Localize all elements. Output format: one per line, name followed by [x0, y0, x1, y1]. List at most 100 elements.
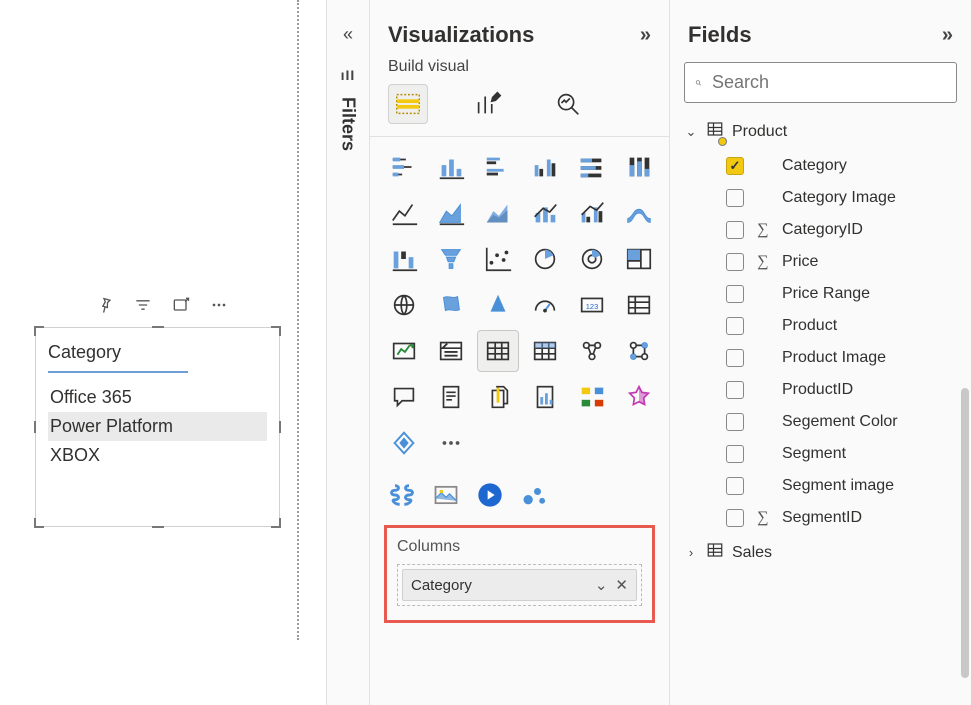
viz-qna[interactable]: [384, 377, 424, 417]
columns-drop-area[interactable]: Category ⌄ ✕: [397, 564, 642, 606]
field-checkbox[interactable]: [726, 157, 744, 175]
field-productid[interactable]: ProductID: [680, 374, 965, 406]
field-segment[interactable]: Segment: [680, 438, 965, 470]
field-checkbox[interactable]: [726, 285, 744, 303]
slicer-item[interactable]: Office 365: [48, 383, 267, 412]
resize-handle[interactable]: [152, 326, 164, 328]
format-visual-tab[interactable]: [468, 84, 508, 124]
field-checkbox[interactable]: [726, 349, 744, 367]
search-icon: [695, 74, 702, 92]
field-checkbox[interactable]: [726, 509, 744, 527]
filter-icon[interactable]: [133, 295, 153, 315]
viz-line[interactable]: [384, 193, 424, 233]
viz-stacked-bar[interactable]: [384, 147, 424, 187]
field-checkbox[interactable]: [726, 477, 744, 495]
report-canvas[interactable]: Category Office 365Power PlatformXBOX: [0, 0, 298, 705]
viz-decomposition-tree[interactable]: [572, 377, 612, 417]
slicer-item[interactable]: Power Platform: [48, 412, 267, 441]
viz-ribbon[interactable]: [619, 193, 659, 233]
viz-smart-narrative[interactable]: [619, 377, 659, 417]
collapse-viz-icon[interactable]: »: [640, 24, 651, 47]
viz-py-visual[interactable]: [619, 331, 659, 371]
viz-100-stacked-bar[interactable]: [572, 147, 612, 187]
field-category[interactable]: Category: [680, 150, 965, 182]
field-chip-category[interactable]: Category ⌄ ✕: [402, 569, 637, 601]
field-categoryid[interactable]: ∑CategoryID: [680, 214, 965, 246]
resize-handle[interactable]: [271, 326, 281, 336]
field-checkbox[interactable]: [726, 317, 744, 335]
field-checkbox[interactable]: [726, 221, 744, 239]
focus-mode-icon[interactable]: [171, 295, 191, 315]
viz-table[interactable]: [478, 331, 518, 371]
field-segment-image[interactable]: Segment image: [680, 470, 965, 502]
field-checkbox[interactable]: [726, 253, 744, 271]
viz-line-clustered-column[interactable]: [572, 193, 612, 233]
viz-map[interactable]: [384, 285, 424, 325]
viz-kpi[interactable]: [384, 331, 424, 371]
resize-handle[interactable]: [34, 421, 36, 433]
ai-visual-1[interactable]: [388, 481, 416, 509]
build-visual-tab[interactable]: [388, 84, 428, 124]
pin-icon[interactable]: [95, 295, 115, 315]
viz-funnel[interactable]: [431, 239, 471, 279]
viz-donut[interactable]: [572, 239, 612, 279]
field-checkbox[interactable]: [726, 189, 744, 207]
viz-slicer[interactable]: [431, 331, 471, 371]
resize-handle[interactable]: [271, 518, 281, 528]
viz-azure-map[interactable]: [478, 285, 518, 325]
ai-visual-2[interactable]: [432, 481, 460, 509]
viz-multi-row-card[interactable]: [619, 285, 659, 325]
viz-pie[interactable]: [525, 239, 565, 279]
resize-handle[interactable]: [152, 526, 164, 528]
slicer-item[interactable]: XBOX: [48, 441, 267, 470]
more-options-icon[interactable]: [209, 295, 229, 315]
viz-more[interactable]: [431, 423, 471, 463]
field-checkbox[interactable]: [726, 445, 744, 463]
field-checkbox[interactable]: [726, 413, 744, 431]
filters-label[interactable]: Filters: [338, 97, 359, 151]
field-category-image[interactable]: Category Image: [680, 182, 965, 214]
collapse-fields-icon[interactable]: »: [942, 24, 953, 47]
table-sales[interactable]: › Sales: [680, 534, 965, 571]
fields-search[interactable]: [684, 62, 957, 103]
field-segement-color[interactable]: Segement Color: [680, 406, 965, 438]
viz-paginated[interactable]: [478, 377, 518, 417]
viz-clustered-bar[interactable]: [478, 147, 518, 187]
field-product-image[interactable]: Product Image: [680, 342, 965, 374]
viz-key-influencers[interactable]: [525, 377, 565, 417]
viz-filled-map[interactable]: [431, 285, 471, 325]
viz-100-stacked-column[interactable]: [619, 147, 659, 187]
field-checkbox[interactable]: [726, 381, 744, 399]
resize-handle[interactable]: [34, 326, 44, 336]
table-product[interactable]: ⌄ Product: [680, 113, 965, 150]
field-product[interactable]: Product: [680, 310, 965, 342]
viz-stacked-column[interactable]: [431, 147, 471, 187]
resize-handle[interactable]: [34, 518, 44, 528]
slicer-visual[interactable]: Category Office 365Power PlatformXBOX: [35, 327, 280, 527]
field-price[interactable]: ∑Price: [680, 246, 965, 278]
ai-visual-4[interactable]: [520, 481, 548, 509]
viz-r-visual[interactable]: [572, 331, 612, 371]
viz-gauge[interactable]: [525, 285, 565, 325]
scrollbar-thumb[interactable]: [961, 388, 969, 678]
analytics-tab[interactable]: [548, 84, 588, 124]
remove-field-icon[interactable]: ✕: [615, 576, 628, 594]
field-segmentid[interactable]: ∑SegmentID: [680, 502, 965, 534]
expand-filters-icon[interactable]: «: [327, 24, 369, 45]
viz-line-stacked-column[interactable]: [525, 193, 565, 233]
viz-powerapps[interactable]: [384, 423, 424, 463]
viz-stacked-area[interactable]: [478, 193, 518, 233]
viz-area[interactable]: [431, 193, 471, 233]
ai-visual-3[interactable]: [476, 481, 504, 509]
viz-scatter[interactable]: [478, 239, 518, 279]
field-price-range[interactable]: Price Range: [680, 278, 965, 310]
fields-search-input[interactable]: [710, 71, 946, 94]
viz-report[interactable]: [431, 377, 471, 417]
viz-matrix[interactable]: [525, 331, 565, 371]
chevron-down-icon[interactable]: ⌄: [595, 576, 608, 594]
viz-clustered-column[interactable]: [525, 147, 565, 187]
resize-handle[interactable]: [279, 421, 281, 433]
viz-waterfall[interactable]: [384, 239, 424, 279]
viz-treemap[interactable]: [619, 239, 659, 279]
viz-card[interactable]: 123: [572, 285, 612, 325]
